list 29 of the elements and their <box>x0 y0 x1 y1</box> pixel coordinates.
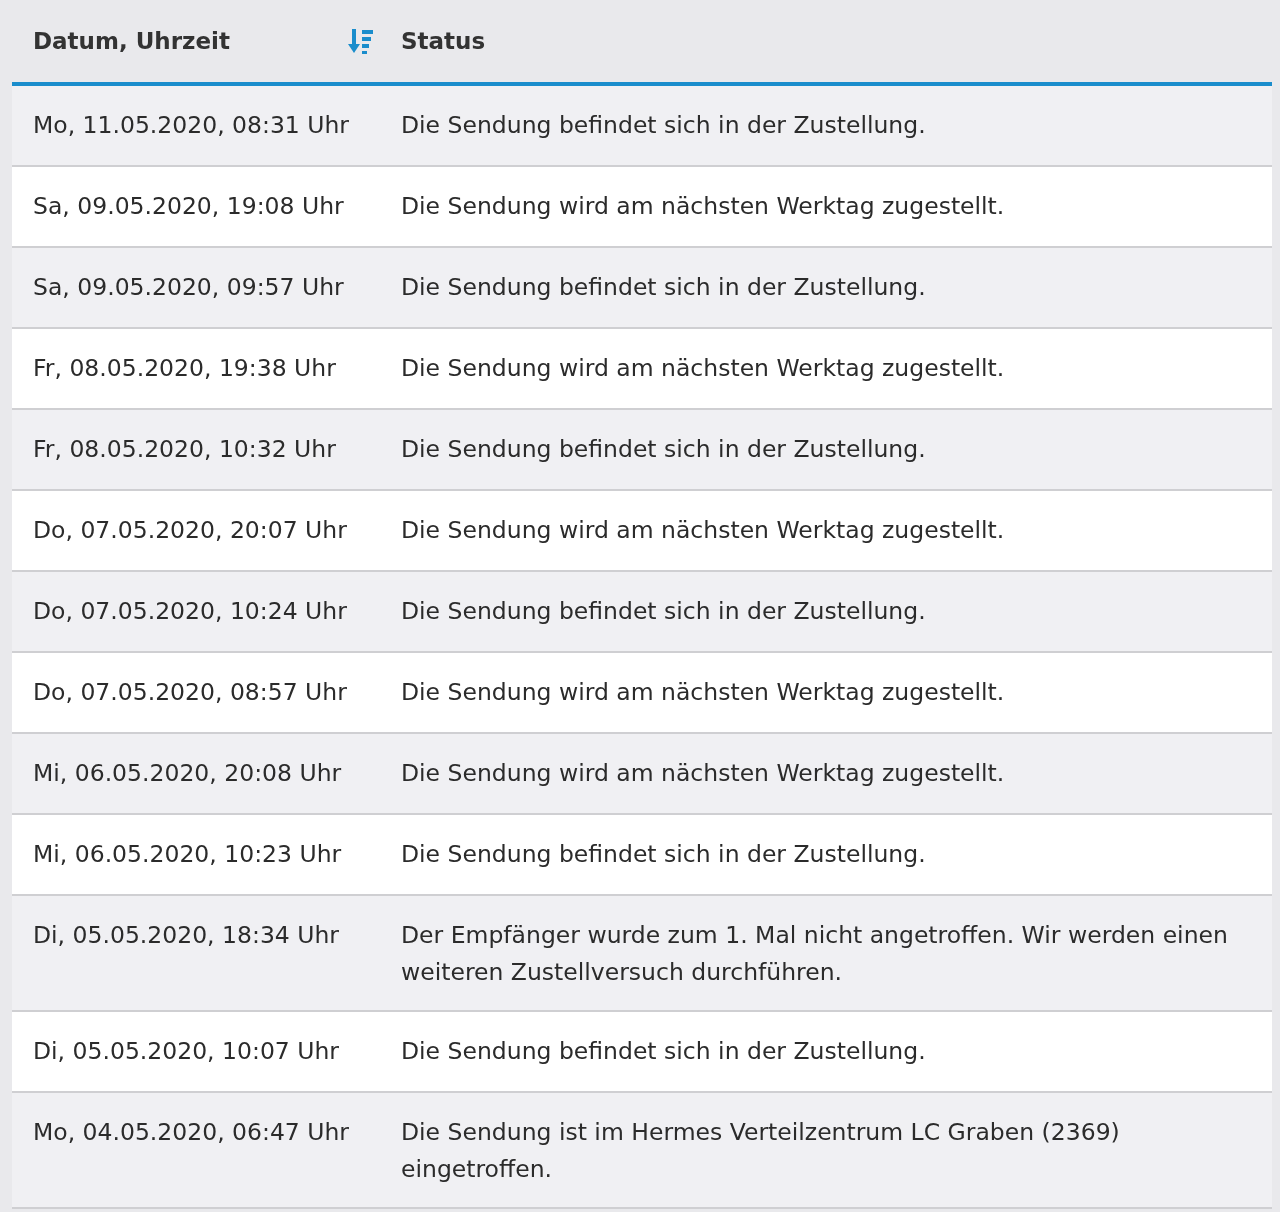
status-cell-text: Die Sendung wird am nächsten Werktag zugestellt. <box>400 191 1006 222</box>
date-cell-text: Mi, 06.05.2020, 10:23 Uhr <box>32 839 343 870</box>
date-cell-text: Di, 05.05.2020, 10:07 Uhr <box>32 1036 340 1067</box>
status-cell-text: Die Sendung wird am nächsten Werktag zugestellt. <box>400 677 1006 708</box>
status-cell-text: Die Sendung befindet sich in der Zustellung. <box>400 596 927 627</box>
status-cell-text: Die Sendung wird am nächsten Werktag zugestellt. <box>400 515 1006 546</box>
status-cell-text: Die Sendung befindet sich in der Zustellung. <box>400 839 927 870</box>
date-cell-text: Fr, 08.05.2020, 19:38 Uhr <box>32 353 337 384</box>
column-header[interactable]: Datum, Uhrzeit <box>33 28 230 54</box>
date-cell-text: Di, 05.05.2020, 18:34 Uhr <box>32 920 340 951</box>
status-cell-text: Die Sendung befindet sich in der Zustellung. <box>400 272 927 303</box>
column-header[interactable]: Status <box>401 28 486 54</box>
date-cell-text: Mo, 11.05.2020, 08:31 Uhr <box>32 110 351 141</box>
status-cell-text: Die Sendung wird am nächsten Werktag zugestellt. <box>400 758 1006 789</box>
date-cell-text: Do, 07.05.2020, 20:07 Uhr <box>32 515 348 546</box>
date-cell-text: Mo, 04.05.2020, 06:47 Uhr <box>32 1117 351 1148</box>
date-cell-text: Do, 07.05.2020, 08:57 Uhr <box>32 677 348 708</box>
status-cell-text: Der Empfänger wurde zum 1. Mal nicht angetroffen. Wir werden einen weiteren Zustellversuch durchführen. <box>400 920 1229 988</box>
date-cell-text: Fr, 08.05.2020, 10:32 Uhr <box>32 434 337 465</box>
status-cell-text: Die Sendung wird am nächsten Werktag zugestellt. <box>400 353 1006 384</box>
date-cell-text: Sa, 09.05.2020, 19:08 Uhr <box>32 191 345 222</box>
status-cell-text: Die Sendung befindet sich in der Zustellung. <box>400 1036 927 1067</box>
status-cell-text: Die Sendung ist im Hermes Verteilzentrum LC Graben (2369) eingetroffen. <box>400 1117 1121 1185</box>
date-cell-text: Sa, 09.05.2020, 09:57 Uhr <box>32 272 345 303</box>
sort-descending-icon[interactable] <box>348 27 374 55</box>
status-cell-text: Die Sendung befindet sich in der Zustellung. <box>400 434 927 465</box>
status-cell-text: Die Sendung befindet sich in der Zustellung. <box>400 110 927 141</box>
date-cell-text: Do, 07.05.2020, 10:24 Uhr <box>32 596 348 627</box>
date-cell-text: Mi, 06.05.2020, 20:08 Uhr <box>32 758 343 789</box>
